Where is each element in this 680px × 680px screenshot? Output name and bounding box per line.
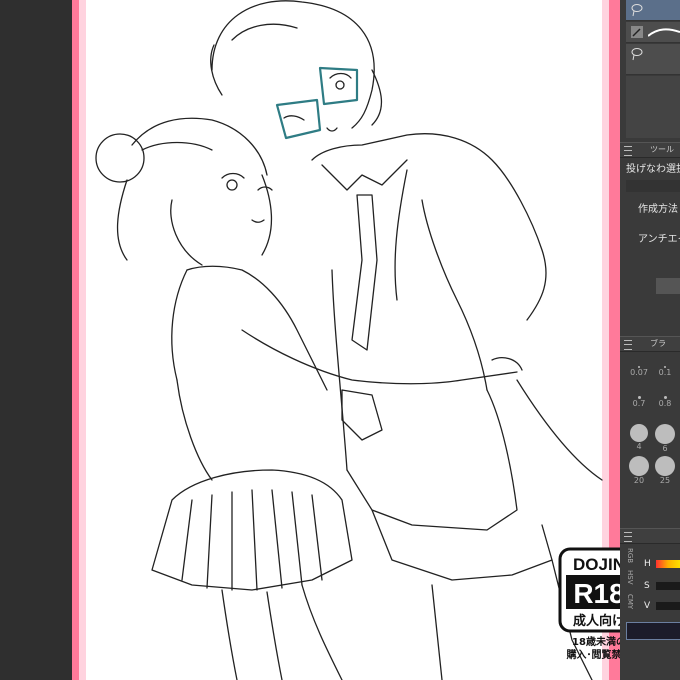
hue-slider[interactable]: H [620,556,680,574]
tool-name: 投げなわ選択 [626,164,680,175]
brush-size-header[interactable]: ブラ [620,336,680,352]
menu-icon[interactable] [624,532,632,542]
brush-size-25[interactable]: 25 [652,456,678,485]
brush-size-title: ブラ [650,339,666,348]
tool-polyline-lasso[interactable] [626,22,680,43]
pen-icon [631,26,643,38]
brush-size-20[interactable]: 20 [626,456,652,485]
saturation-slider[interactable]: S [620,578,680,596]
tool-preview [626,180,680,192]
tool-property-header[interactable]: ツール [620,142,680,158]
lasso-icon [631,48,643,61]
canvas-area[interactable]: DOJIN R18 成人向け 18歳未満の 購入･閲覧禁止 [72,0,640,680]
brush-size-0-07[interactable]: 0.07 [626,360,652,377]
value-slider[interactable]: V [620,598,680,616]
canvas-page[interactable] [72,0,620,680]
badge-brand: DOJIN [573,555,625,574]
tool-lasso-fill[interactable] [626,44,680,75]
setting-button[interactable] [656,278,680,294]
brush-size-0-8[interactable]: 0.8 [652,392,678,408]
tool-list-empty [626,76,680,138]
antialias-label: アンチエイリ [638,234,680,245]
menu-icon[interactable] [624,146,632,156]
badge-rating: R18 [573,578,624,609]
menu-icon[interactable] [624,340,632,350]
brush-size-4[interactable]: 4 [626,424,652,451]
lasso-icon [631,4,643,17]
color-panel-header[interactable] [620,528,680,544]
brush-size-6[interactable]: 6 [652,424,678,453]
tool-lasso[interactable] [626,0,680,21]
left-toolbar-panel [0,0,72,680]
badge-audience: 成人向け [573,613,625,629]
create-method-label: 作成方法 [638,204,678,215]
stroke-preview-icon [648,28,680,37]
color-swatch-bar[interactable] [626,622,680,640]
brush-size-0-1[interactable]: 0.1 [652,360,678,377]
tool-property-title: ツール [650,145,674,154]
brush-size-0-7[interactable]: 0.7 [626,392,652,408]
right-panel: ツール 投げなわ選択 作成方法 アンチエイリ ブラ 0.07 0.1 0.7 0… [620,0,680,680]
badge-warning-line1: 18歳未満の [572,635,626,648]
